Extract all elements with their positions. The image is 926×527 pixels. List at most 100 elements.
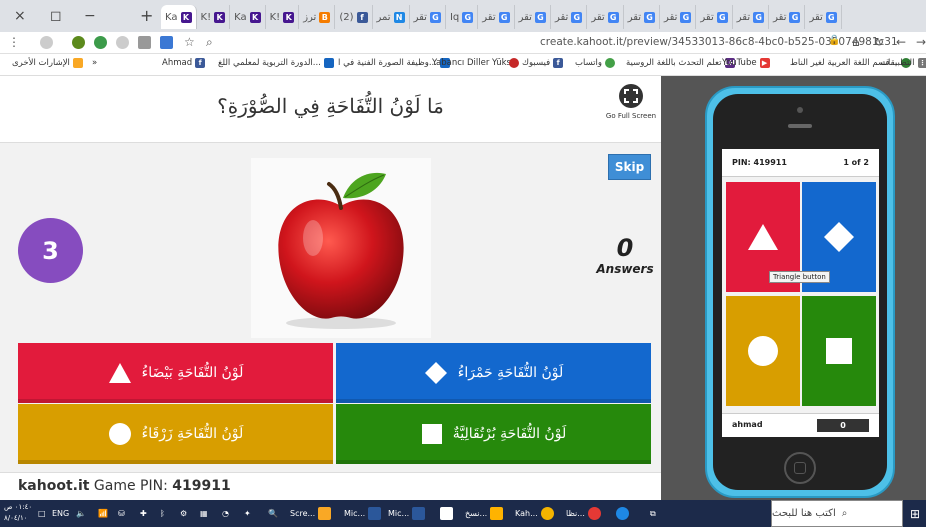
- browser-tab[interactable]: ترز B: [299, 5, 336, 29]
- whatsapp-icon: [605, 58, 616, 68]
- tab-favicon-icon: G: [498, 11, 510, 23]
- browser-tab[interactable]: تقر G: [515, 5, 551, 29]
- tab-label: تقر: [736, 11, 751, 23]
- bookmark-yabanci[interactable]: Yabancı Diller Yüks...: [432, 58, 519, 68]
- store-icon[interactable]: [440, 500, 453, 527]
- url-text[interactable]: create.kahoot.it/preview/34533013-86c8-4…: [540, 36, 898, 48]
- tray-icon[interactable]: ▦: [200, 500, 208, 527]
- bookmark-youtube[interactable]: YouTube ▶: [722, 58, 770, 68]
- browser-tab[interactable]: تقر G: [624, 5, 661, 29]
- tab-favicon-icon: G: [462, 11, 474, 23]
- answer-text: لَوْنُ التُّفَاحَةِ حَمْرَاءُ: [457, 365, 564, 381]
- taskbar-item-word-2[interactable]: Mic...: [388, 500, 426, 527]
- tab-favicon-icon: K: [283, 11, 295, 23]
- window-restore-button[interactable]: ◻: [50, 8, 62, 24]
- browser-tab[interactable]: K! K: [266, 5, 300, 29]
- back-icon[interactable]: ←: [896, 35, 906, 49]
- browser-tab[interactable]: تقر G: [769, 5, 806, 29]
- browser-tab[interactable]: تقر G: [733, 5, 770, 29]
- bookmark-russian[interactable]: تعلم التحدث باللغة الروسية LH: [626, 58, 735, 68]
- forward-icon[interactable]: →: [916, 35, 926, 49]
- edge-icon[interactable]: [616, 500, 629, 527]
- extension-icon[interactable]: [94, 36, 107, 49]
- tab-favicon-icon: G: [534, 11, 546, 23]
- browser-tab[interactable]: تقر G: [660, 5, 697, 29]
- browser-tab[interactable]: تمر N: [373, 5, 410, 29]
- tray-icon[interactable]: ✚: [140, 500, 147, 527]
- taskbar-item-copy[interactable]: نسخ...: [465, 500, 504, 527]
- skip-button[interactable]: Skip: [608, 154, 651, 180]
- taskbar-item-kahoot[interactable]: Kah...: [515, 500, 554, 527]
- browser-tab[interactable]: (2) f: [335, 5, 373, 29]
- reload-icon[interactable]: ↻: [874, 35, 884, 49]
- taskbar-item-system[interactable]: نظا...: [566, 500, 601, 527]
- bookmark-arabic-course[interactable]: الدورة التربوية لمعلمي اللغ...: [218, 58, 334, 68]
- go-full-screen-button[interactable]: Go Full Screen: [605, 84, 657, 120]
- tray-icon[interactable]: ⚙: [180, 500, 187, 527]
- tab-label: Iq: [449, 11, 460, 23]
- browser-tab[interactable]: تقر G: [805, 5, 842, 29]
- question-header: مَا لَوْنُ التُّفَاحَةِ فِي الصُّوْرَةِ؟…: [0, 76, 661, 143]
- tray-icon[interactable]: ◔: [222, 500, 229, 527]
- bluetooth-icon[interactable]: ᛒ: [160, 500, 165, 527]
- taskbar-item-word-1[interactable]: Mic...: [344, 500, 382, 527]
- browser-tab[interactable]: تقر G: [587, 5, 624, 29]
- network-icon[interactable]: 📶: [98, 500, 108, 527]
- tab-label: تمر: [376, 11, 391, 23]
- square-button[interactable]: [802, 296, 876, 406]
- tray-icon[interactable]: ✦: [244, 500, 251, 527]
- menu-dots-icon[interactable]: ⋮: [8, 35, 20, 49]
- answer-text: لَوْنُ التُّفَاحَةِ بُرْتُقَالِيَّةٌ: [452, 426, 567, 442]
- circle-button[interactable]: [726, 296, 800, 406]
- taskbar-item-screen[interactable]: Scre...: [290, 500, 332, 527]
- browser-tab[interactable]: Iq G: [446, 5, 479, 29]
- browser-tab[interactable]: K! K: [197, 5, 231, 29]
- task-view-icon[interactable]: ⧉: [650, 500, 656, 527]
- browser-tab[interactable]: تقر G: [551, 5, 588, 29]
- extension-icon[interactable]: [116, 36, 129, 49]
- bookmark-ahmad[interactable]: Ahmad f: [162, 58, 206, 68]
- search-icon[interactable]: ⌕: [206, 35, 213, 50]
- answer-option-circle[interactable]: لَوْنُ التُّفَاحَةِ زَرْقَاءُ: [18, 404, 333, 464]
- bookmark-whatsapp[interactable]: واتساب: [575, 58, 616, 68]
- windows-taskbar: ٠١:٤٠ ص ٨/٠٤/١٠ □ ENG 🔈 📶 ⛁ ✚ ᛒ ⚙ ▦ ◔ ✦ …: [0, 500, 926, 527]
- extension-icon[interactable]: [160, 36, 173, 49]
- new-tab-button[interactable]: +: [140, 6, 153, 25]
- bookmark-other[interactable]: الإشارات الأخرى: [12, 58, 83, 68]
- notification-icon[interactable]: □: [38, 500, 46, 527]
- home-icon[interactable]: ⌂: [852, 35, 860, 49]
- answer-option-triangle[interactable]: لَوْنُ التُّفَاحَةِ بَيْضَاءُ: [18, 343, 333, 403]
- search-icon[interactable]: 🔍: [268, 500, 278, 527]
- system-clock[interactable]: ٠١:٤٠ ص ٨/٠٤/١٠: [4, 502, 32, 524]
- tab-favicon-icon: G: [429, 11, 441, 23]
- game-pin-value: 419911: [172, 478, 231, 494]
- volume-icon[interactable]: 🔈: [76, 500, 86, 527]
- extension-icon[interactable]: [72, 36, 85, 49]
- answer-option-diamond[interactable]: لَوْنُ التُّفَاحَةِ حَمْرَاءُ: [336, 343, 651, 403]
- browser-tab[interactable]: Ka K: [230, 5, 266, 29]
- taskbar-search-box[interactable]: ⌕ اكتب هنا للبحث: [771, 500, 903, 527]
- browser-tab[interactable]: تقر G: [478, 5, 515, 29]
- extension-icon[interactable]: [40, 36, 53, 49]
- answers-counter: 0 Answers: [587, 234, 663, 276]
- language-indicator[interactable]: ENG: [52, 500, 69, 527]
- browser-tab[interactable]: تقر G: [696, 5, 733, 29]
- bookmark-facebook[interactable]: فيسبوك f: [509, 58, 564, 68]
- answer-text: لَوْنُ التُّفَاحَةِ زَرْقَاءُ: [141, 426, 244, 442]
- extension-icon[interactable]: [138, 36, 151, 49]
- fullscreen-icon: [619, 84, 643, 108]
- bookmark-star-icon[interactable]: ☆: [184, 35, 195, 49]
- fullscreen-label: Go Full Screen: [605, 112, 657, 120]
- tray-icon[interactable]: ⛁: [118, 500, 125, 527]
- browser-tab[interactable]: Ka K: [161, 5, 197, 29]
- question-progress: 1 of 2: [843, 158, 869, 167]
- window-close-button[interactable]: ×: [14, 8, 26, 24]
- windows-start-icon[interactable]: ⊞: [910, 500, 920, 527]
- browser-tab[interactable]: تقر G: [410, 5, 446, 29]
- tab-favicon-icon: G: [644, 11, 656, 23]
- window-minimize-button[interactable]: −: [84, 8, 96, 24]
- folder-icon: [72, 58, 83, 68]
- answer-option-square[interactable]: لَوْنُ التُّفَاحَةِ بُرْتُقَالِيَّةٌ: [336, 404, 651, 464]
- bookmark-apps[interactable]: التطبيقات ⋮: [880, 58, 926, 68]
- bookmark-overflow[interactable]: »: [92, 58, 97, 68]
